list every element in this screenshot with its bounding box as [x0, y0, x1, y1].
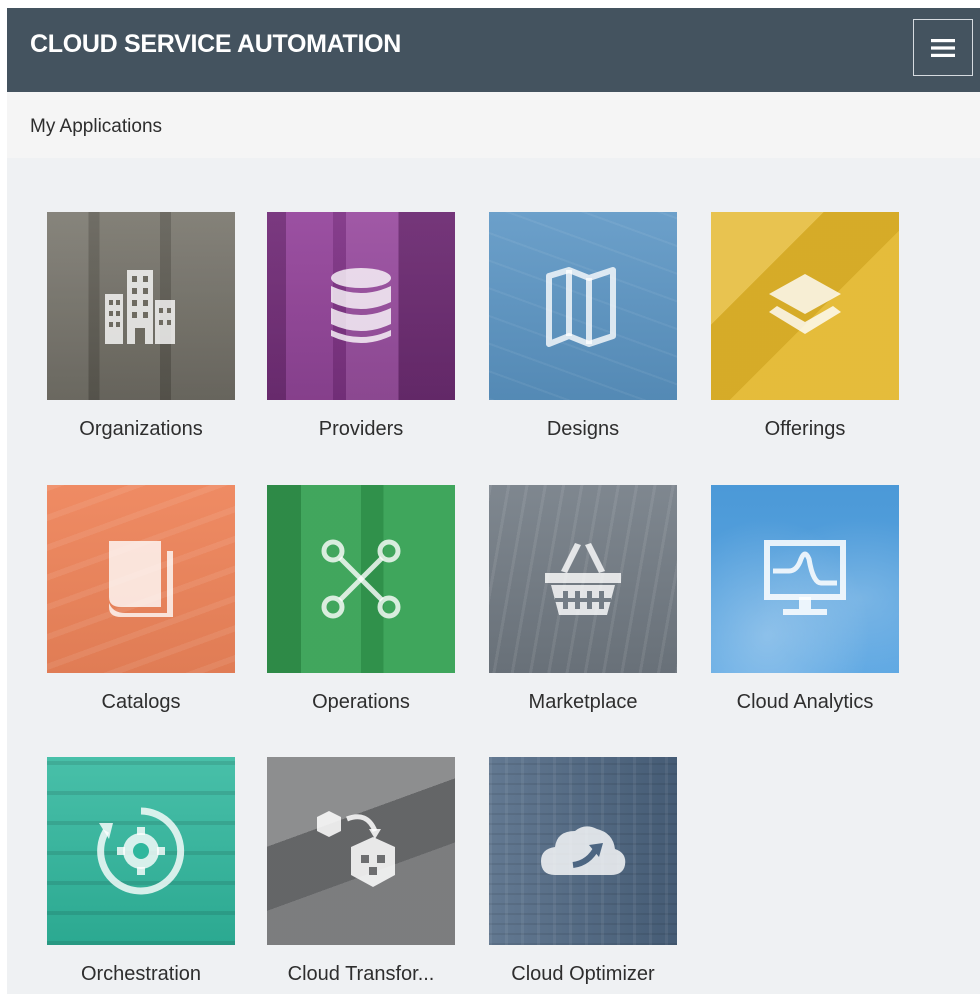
- tile-cloud-transformation[interactable]: Cloud Transfor...: [267, 757, 455, 985]
- database-icon: [331, 268, 391, 343]
- tile-image: [267, 212, 455, 400]
- tile-image: [489, 485, 677, 673]
- tile-label: Orchestration: [80, 963, 202, 985]
- tile-cloud-analytics[interactable]: Cloud Analytics: [711, 485, 899, 713]
- cube-transfer-icon: [317, 811, 395, 887]
- breadcrumb-bar: My Applications: [7, 92, 980, 158]
- gear-cycle-icon: [97, 807, 185, 895]
- book-icon: [109, 541, 173, 617]
- tile-designs[interactable]: Designs: [489, 212, 677, 440]
- tile-marketplace[interactable]: Marketplace: [489, 485, 677, 713]
- tile-label: Designs: [546, 418, 620, 440]
- tile-catalogs[interactable]: Catalogs: [47, 485, 235, 713]
- tile-image: [489, 757, 677, 945]
- cloud-arrow-icon: [541, 826, 626, 875]
- tile-providers[interactable]: Providers: [267, 212, 455, 440]
- tile-image: [47, 485, 235, 673]
- app-frame: CLOUD SERVICE AUTOMATION My Applications: [7, 8, 980, 994]
- buildings-icon: [105, 270, 175, 344]
- tile-label: Providers: [318, 418, 404, 440]
- tile-image: [267, 485, 455, 673]
- tile-image: [47, 212, 235, 400]
- tile-organizations[interactable]: Organizations: [47, 212, 235, 440]
- tile-cloud-optimizer[interactable]: Cloud Optimizer: [489, 757, 677, 985]
- tile-label: Offerings: [764, 418, 846, 440]
- tile-label: Cloud Transfor...: [287, 963, 435, 985]
- tile-label: Organizations: [79, 418, 203, 440]
- top-bar: CLOUD SERVICE AUTOMATION: [7, 8, 980, 92]
- app-title: CLOUD SERVICE AUTOMATION: [30, 30, 402, 58]
- tile-label: Cloud Analytics: [736, 691, 874, 713]
- tile-image: [711, 485, 899, 673]
- tile-label: Cloud Optimizer: [511, 963, 655, 985]
- layers-icon: [769, 274, 841, 334]
- monitor-chart-icon: [764, 540, 846, 615]
- tile-orchestration[interactable]: Orchestration: [47, 757, 235, 985]
- tile-label: Operations: [312, 691, 410, 713]
- breadcrumb: My Applications: [30, 116, 163, 137]
- hamburger-menu-icon: [931, 38, 955, 57]
- tile-image: [489, 212, 677, 400]
- menu-button[interactable]: [913, 19, 973, 76]
- tile-offerings[interactable]: Offerings: [711, 212, 899, 440]
- tile-label: Marketplace: [528, 691, 638, 713]
- map-icon: [546, 267, 616, 347]
- basket-icon: [545, 543, 621, 615]
- tile-label: Catalogs: [101, 691, 181, 713]
- tile-image: [711, 212, 899, 400]
- nodes-icon: [321, 539, 401, 619]
- tile-operations[interactable]: Operations: [267, 485, 455, 713]
- tile-image: [267, 757, 455, 945]
- tile-image: [47, 757, 235, 945]
